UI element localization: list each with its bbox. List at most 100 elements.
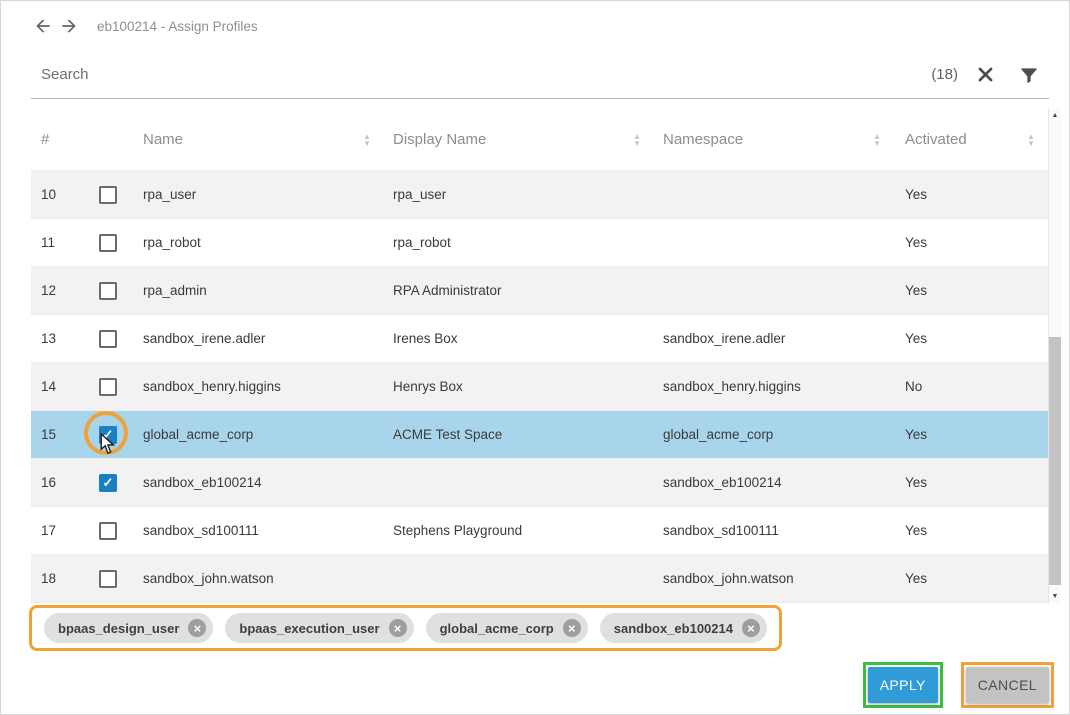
column-header-displayname[interactable]: Display Name▲▼	[385, 109, 655, 170]
cell-activated: Yes	[895, 459, 1049, 506]
cell-activated: No	[895, 363, 1049, 410]
cell-namespace	[655, 267, 895, 314]
forward-icon[interactable]	[59, 16, 79, 36]
cell-namespace	[655, 171, 895, 218]
cell-row-number: 15	[31, 411, 97, 458]
apply-button[interactable]: APPLY	[868, 667, 938, 703]
row-checkbox[interactable]	[99, 282, 117, 300]
profile-chip: global_acme_corp ×	[426, 613, 588, 643]
cell-activated: Yes	[895, 315, 1049, 362]
row-checkbox[interactable]	[99, 522, 117, 540]
scroll-thumb[interactable]	[1049, 337, 1061, 585]
checkbox-cell	[97, 555, 135, 602]
row-checkbox[interactable]	[99, 186, 117, 204]
table-row[interactable]: 18sandbox_john.watsonsandbox_john.watson…	[31, 555, 1049, 603]
column-label: Activated	[905, 131, 967, 148]
cell-name: sandbox_eb100214	[135, 459, 385, 506]
back-icon[interactable]	[33, 16, 53, 36]
chip-remove-icon[interactable]: ×	[563, 619, 581, 637]
action-buttons: APPLY CANCEL	[863, 662, 1054, 708]
cell-namespace: sandbox_irene.adler	[655, 315, 895, 362]
cell-row-number: 14	[31, 363, 97, 410]
cell-activated: Yes	[895, 411, 1049, 458]
cell-display-name: rpa_user	[385, 171, 655, 218]
table-row[interactable]: 10 rpa_userrpa_user Yes	[31, 171, 1049, 219]
table-row[interactable]: 14sandbox_henry.higginsHenrys Boxsandbox…	[31, 363, 1049, 411]
chip-remove-icon[interactable]: ×	[742, 619, 760, 637]
cell-display-name: Irenes Box	[385, 315, 655, 362]
top-bar: eb100214 - Assign Profiles	[1, 1, 1069, 51]
table-row[interactable]: 15✓ global_acme_corpACME Test Spaceglobal…	[31, 411, 1049, 459]
cell-row-number: 16	[31, 459, 97, 506]
apply-annotation-box: APPLY	[863, 662, 943, 708]
cell-activated: Yes	[895, 171, 1049, 218]
row-checkbox[interactable]	[99, 378, 117, 396]
cell-display-name	[385, 555, 655, 602]
cell-display-name: RPA Administrator	[385, 267, 655, 314]
checkbox-cell	[97, 507, 135, 554]
cancel-annotation-box: CANCEL	[961, 662, 1054, 708]
row-checkbox[interactable]: ✓	[99, 474, 117, 492]
table-row[interactable]: 11rpa_robotrpa_robotYes	[31, 219, 1049, 267]
table-row[interactable]: 13sandbox_irene.adlerIrenes Boxsandbox_i…	[31, 315, 1049, 363]
chip-remove-icon[interactable]: ×	[389, 619, 407, 637]
chip-label: bpaas_design_user	[58, 621, 179, 636]
column-label: Name	[143, 131, 183, 148]
cell-name: sandbox_sd100111	[135, 507, 385, 554]
sort-icon[interactable]: ▲▼	[873, 133, 881, 147]
clear-search-icon[interactable]	[976, 65, 995, 84]
cell-display-name: rpa_robot	[385, 219, 655, 266]
row-checkbox[interactable]	[99, 330, 117, 348]
sort-icon[interactable]: ▲▼	[1027, 133, 1035, 147]
profile-chip: bpaas_execution_user ×	[225, 613, 413, 643]
column-header-name[interactable]: Name ▲▼	[135, 109, 385, 170]
cell-namespace: sandbox_henry.higgins	[655, 363, 895, 410]
chips-container: bpaas_design_user×bpaas_execution_user×g…	[29, 605, 782, 651]
cell-activated: Yes	[895, 267, 1049, 314]
cell-activated: Yes	[895, 219, 1049, 266]
cell-row-number: 10	[31, 171, 97, 218]
cell-namespace: sandbox_john.watson	[655, 555, 895, 602]
cell-row-number: 13	[31, 315, 97, 362]
cell-name: rpa_user	[135, 171, 385, 218]
scroll-track[interactable]	[1049, 122, 1061, 590]
table-row[interactable]: 16✓sandbox_eb100214sandbox_eb100214Yes	[31, 459, 1049, 507]
cell-name: sandbox_john.watson	[135, 555, 385, 602]
cancel-button[interactable]: CANCEL	[966, 667, 1049, 703]
scrollbar[interactable]: ▲ ▼	[1048, 109, 1061, 603]
table-row[interactable]: 17sandbox_sd100111Stephens Playgroundsan…	[31, 507, 1049, 555]
row-checkbox[interactable]	[99, 234, 117, 252]
checkbox-cell	[97, 315, 135, 362]
column-header-: #	[31, 109, 97, 170]
cell-name: global_acme_corp	[135, 411, 385, 458]
filter-icon[interactable]	[1019, 65, 1039, 85]
table-header: #Name▲▼Display Name▲▼Namespace▲▼Activate…	[31, 109, 1049, 171]
scroll-down-icon[interactable]: ▼	[1049, 590, 1061, 603]
row-checkbox[interactable]	[99, 570, 117, 588]
header-checkbox-spacer	[97, 109, 135, 170]
column-header-namespace[interactable]: Namespace ▲▼	[655, 109, 895, 170]
scroll-up-icon[interactable]: ▲	[1049, 109, 1061, 122]
cell-display-name: Stephens Playground	[385, 507, 655, 554]
sort-icon[interactable]: ▲▼	[633, 133, 641, 147]
chip-remove-icon[interactable]: ×	[188, 619, 206, 637]
cell-name: rpa_admin	[135, 267, 385, 314]
table-row[interactable]: 12rpa_adminRPA AdministratorYes	[31, 267, 1049, 315]
cell-namespace: global_acme_corp	[655, 411, 895, 458]
column-label: Namespace	[663, 131, 743, 148]
cell-name: rpa_robot	[135, 219, 385, 266]
checkbox-cell: ✓	[97, 459, 135, 506]
column-header-activated[interactable]: Activated ▲▼	[895, 109, 1049, 170]
cell-display-name	[385, 459, 655, 506]
row-checkbox[interactable]: ✓	[99, 426, 117, 444]
sort-icon[interactable]: ▲▼	[363, 133, 371, 147]
cell-namespace	[655, 219, 895, 266]
cell-namespace: sandbox_eb100214	[655, 459, 895, 506]
assign-profiles-window: eb100214 - Assign Profiles (18) #Name▲▼D…	[0, 0, 1070, 715]
cell-name: sandbox_henry.higgins	[135, 363, 385, 410]
result-count: (18)	[931, 66, 958, 83]
search-input[interactable]	[41, 66, 931, 83]
chip-label: global_acme_corp	[440, 621, 554, 636]
cell-display-name: ACME Test Space	[385, 411, 655, 458]
chip-label: bpaas_execution_user	[239, 621, 379, 636]
